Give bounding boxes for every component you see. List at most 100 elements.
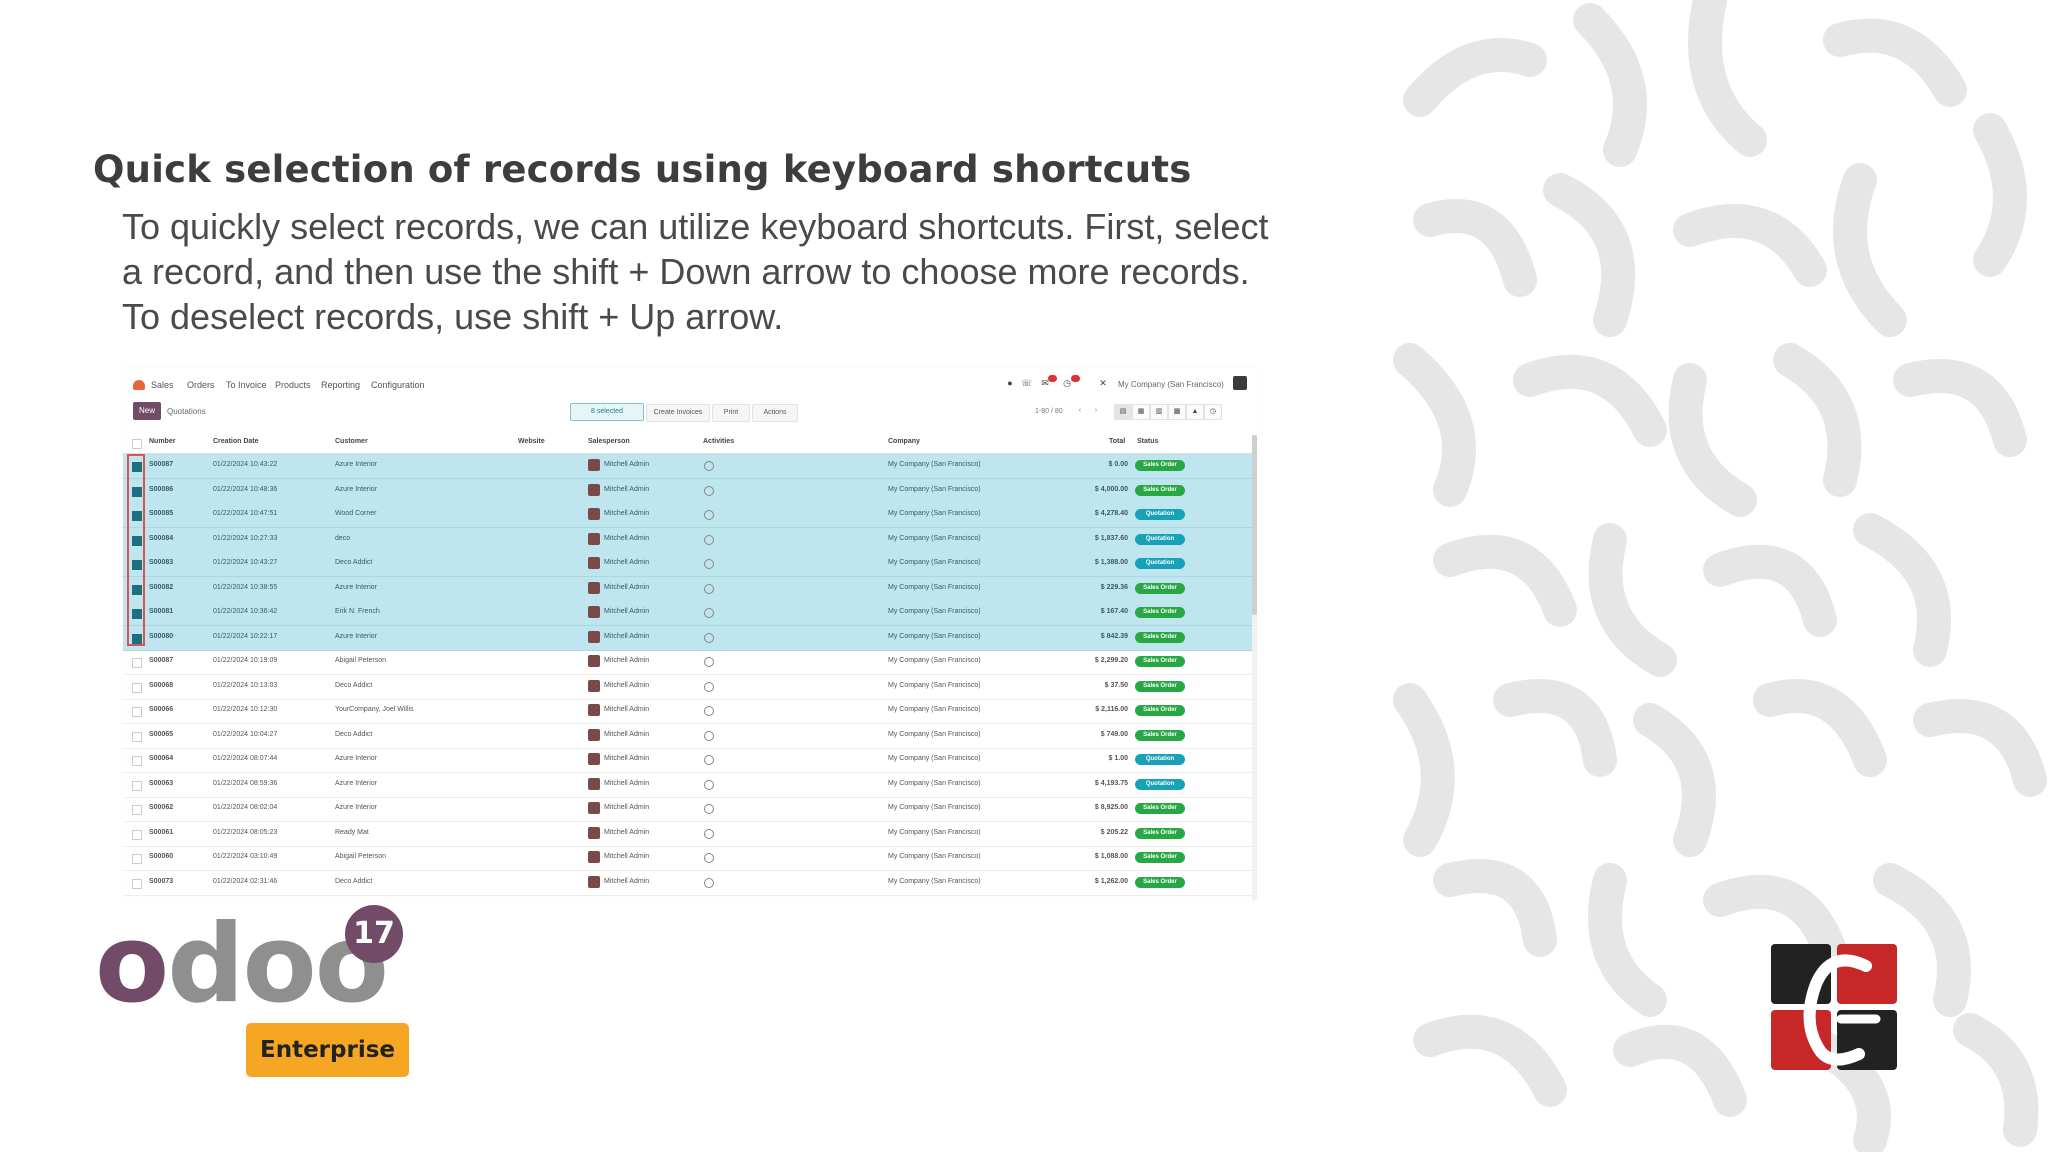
row-checkbox[interactable] bbox=[132, 658, 142, 668]
menu-sales[interactable]: Sales bbox=[151, 380, 174, 390]
table-row[interactable]: S00073 01/22/2024 02:31:46 Deco Addict Mitc… bbox=[123, 871, 1253, 896]
print-button[interactable]: Print bbox=[712, 404, 750, 422]
cell-number: S00066 bbox=[149, 706, 174, 713]
row-checkbox[interactable] bbox=[132, 682, 142, 693]
activity-clock-icon[interactable] bbox=[704, 461, 714, 471]
pager-prev-icon[interactable]: ‹ bbox=[1075, 405, 1085, 417]
status-badge: Sales Order bbox=[1135, 852, 1185, 863]
activity-clock-icon[interactable] bbox=[704, 853, 714, 863]
menu-configuration[interactable]: Configuration bbox=[371, 380, 425, 390]
new-button[interactable]: New bbox=[133, 402, 161, 420]
create-invoices-button[interactable]: Create Invoices bbox=[646, 404, 710, 422]
selected-count-chip[interactable]: 8 selected bbox=[570, 403, 644, 421]
scrollbar-thumb[interactable] bbox=[1252, 435, 1257, 615]
status-badge: Quotation bbox=[1135, 778, 1185, 790]
activity-clock-icon[interactable] bbox=[704, 485, 714, 496]
table-row[interactable]: S00082 01/22/2024 10:38:55 Azure Interior M… bbox=[123, 576, 1253, 602]
table-row[interactable]: S00061 01/22/2024 08:05:23 Ready Mat Mitche… bbox=[123, 822, 1253, 847]
table-row[interactable]: S00060 01/22/2024 03:10:49 Abigail Peterso… bbox=[123, 846, 1253, 871]
col-status[interactable]: Status bbox=[1137, 438, 1158, 445]
table-row[interactable]: S00068 01/22/2024 10:13:03 Deco Addict Mitc… bbox=[123, 675, 1253, 700]
activity-clock-icon[interactable] bbox=[704, 804, 714, 814]
cell-salesperson: Mitchell Admin bbox=[604, 706, 650, 713]
cell-date: 01/22/2024 10:47:51 bbox=[213, 510, 278, 517]
table-row[interactable]: S00065 01/22/2024 10:04:27 Deco Addict Mitc… bbox=[123, 724, 1253, 749]
activity-clock-icon[interactable] bbox=[704, 681, 714, 692]
table-row[interactable]: S00083 01/22/2024 10:43:27 Deco Addict Mitc… bbox=[123, 552, 1253, 577]
phone-icon[interactable]: ☏ bbox=[1021, 378, 1032, 388]
activity-clock-icon[interactable] bbox=[704, 730, 714, 741]
list-view-icon[interactable]: ▤ bbox=[1114, 404, 1132, 420]
company-switcher[interactable]: My Company (San Francisco) bbox=[1118, 380, 1224, 389]
activity-clock-icon[interactable] bbox=[704, 657, 714, 667]
table-row[interactable]: S00066 01/22/2024 10:12:30 YourCompany, Jo… bbox=[123, 699, 1253, 724]
col-website[interactable]: Website bbox=[518, 438, 545, 445]
table-row[interactable]: S00064 01/22/2024 08:07:44 Azure Interior M… bbox=[123, 748, 1253, 773]
cell-total: $ 1.00 bbox=[1108, 755, 1128, 762]
col-activities[interactable]: Activities bbox=[703, 438, 734, 445]
row-checkbox[interactable] bbox=[132, 878, 142, 889]
graph-view-icon[interactable]: ▲ bbox=[1186, 404, 1204, 420]
pager-next-icon[interactable]: › bbox=[1091, 405, 1101, 417]
table-row[interactable]: S00085 01/22/2024 10:47:51 Wood Corner Mitc… bbox=[123, 503, 1253, 528]
col-total[interactable]: Total bbox=[1109, 438, 1125, 445]
activity-clock-icon[interactable] bbox=[704, 559, 714, 569]
select-all-checkbox[interactable] bbox=[132, 439, 142, 449]
sales-app-icon[interactable] bbox=[133, 380, 145, 390]
cell-customer: Azure Interior bbox=[335, 779, 378, 787]
table-row[interactable]: S00087 01/22/2024 10:43:22 Azure Interior M… bbox=[123, 454, 1253, 479]
activity-clock-icon[interactable] bbox=[704, 779, 714, 790]
selection-highlight-box bbox=[127, 454, 145, 646]
table-row[interactable]: S00062 01/22/2024 08:02:04 Azure Interior M… bbox=[123, 797, 1253, 822]
version-badge: 17 bbox=[345, 905, 403, 963]
row-checkbox[interactable] bbox=[132, 707, 142, 717]
row-checkbox[interactable] bbox=[132, 854, 142, 864]
menu-orders[interactable]: Orders bbox=[187, 380, 215, 390]
col-company[interactable]: Company bbox=[888, 438, 920, 445]
menu-to-invoice[interactable]: To Invoice bbox=[226, 380, 267, 390]
cell-total: $ 749.00 bbox=[1100, 730, 1128, 738]
cell-company: My Company (San Francisco) bbox=[888, 779, 981, 787]
activity-clock-icon[interactable] bbox=[704, 755, 714, 765]
row-checkbox[interactable] bbox=[132, 780, 142, 791]
table-row[interactable]: S00087 01/22/2024 10:19:09 Abigail Peterso… bbox=[123, 650, 1253, 675]
menu-products[interactable]: Products bbox=[275, 380, 311, 390]
row-checkbox[interactable] bbox=[132, 731, 142, 742]
settings-icon[interactable]: ✕ bbox=[1098, 378, 1108, 388]
activity-clock-icon[interactable] bbox=[704, 534, 714, 545]
pivot-view-icon[interactable]: ▩ bbox=[1168, 404, 1186, 420]
record-icon[interactable]: ● bbox=[1005, 378, 1015, 388]
activity-clock-icon[interactable] bbox=[704, 608, 714, 618]
activity-view-icon[interactable]: ◷ bbox=[1204, 404, 1222, 420]
activity-clock-icon[interactable] bbox=[704, 706, 714, 716]
kanban-view-icon[interactable]: ▦ bbox=[1132, 404, 1150, 420]
cell-company: My Company (San Francisco) bbox=[888, 485, 981, 493]
activity-clock-icon[interactable] bbox=[704, 510, 714, 520]
row-checkbox[interactable] bbox=[132, 756, 142, 766]
activity-clock-icon[interactable] bbox=[704, 632, 714, 643]
col-customer[interactable]: Customer bbox=[335, 438, 368, 445]
activity-clock-icon[interactable] bbox=[704, 828, 714, 839]
cell-total: $ 1,388.00 bbox=[1094, 559, 1128, 566]
cell-total: $ 8,925.00 bbox=[1094, 804, 1128, 811]
salesperson-avatar bbox=[588, 655, 600, 667]
row-checkbox[interactable] bbox=[132, 805, 142, 815]
user-avatar[interactable] bbox=[1233, 376, 1247, 390]
col-salesperson[interactable]: Salesperson bbox=[588, 438, 630, 445]
table-row[interactable]: S00084 01/22/2024 10:27:33 deco Mitchell Ad… bbox=[123, 527, 1253, 553]
activity-clock-icon[interactable] bbox=[704, 583, 714, 594]
table-row[interactable]: S00080 01/22/2024 10:22:17 Azure Interior M… bbox=[123, 625, 1253, 651]
activity-clock-icon[interactable] bbox=[704, 877, 714, 888]
cell-total: $ 842.39 bbox=[1100, 632, 1128, 640]
table-row[interactable]: S00086 01/22/2024 10:48:36 Azure Interior M… bbox=[123, 478, 1253, 504]
cell-company: My Company (San Francisco) bbox=[888, 632, 981, 640]
table-row[interactable]: S00063 01/22/2024 08:59:36 Azure Interior M… bbox=[123, 773, 1253, 798]
menu-reporting[interactable]: Reporting bbox=[321, 380, 360, 390]
table-row[interactable]: S00081 01/22/2024 10:36:42 Erik N. French M… bbox=[123, 601, 1253, 626]
col-number[interactable]: Number bbox=[149, 438, 175, 445]
col-creation-date[interactable]: Creation Date bbox=[213, 438, 259, 445]
calendar-view-icon[interactable]: ▥ bbox=[1150, 404, 1168, 420]
actions-button[interactable]: Actions bbox=[752, 404, 798, 422]
cell-number: S00068 bbox=[149, 681, 174, 689]
row-checkbox[interactable] bbox=[132, 829, 142, 840]
